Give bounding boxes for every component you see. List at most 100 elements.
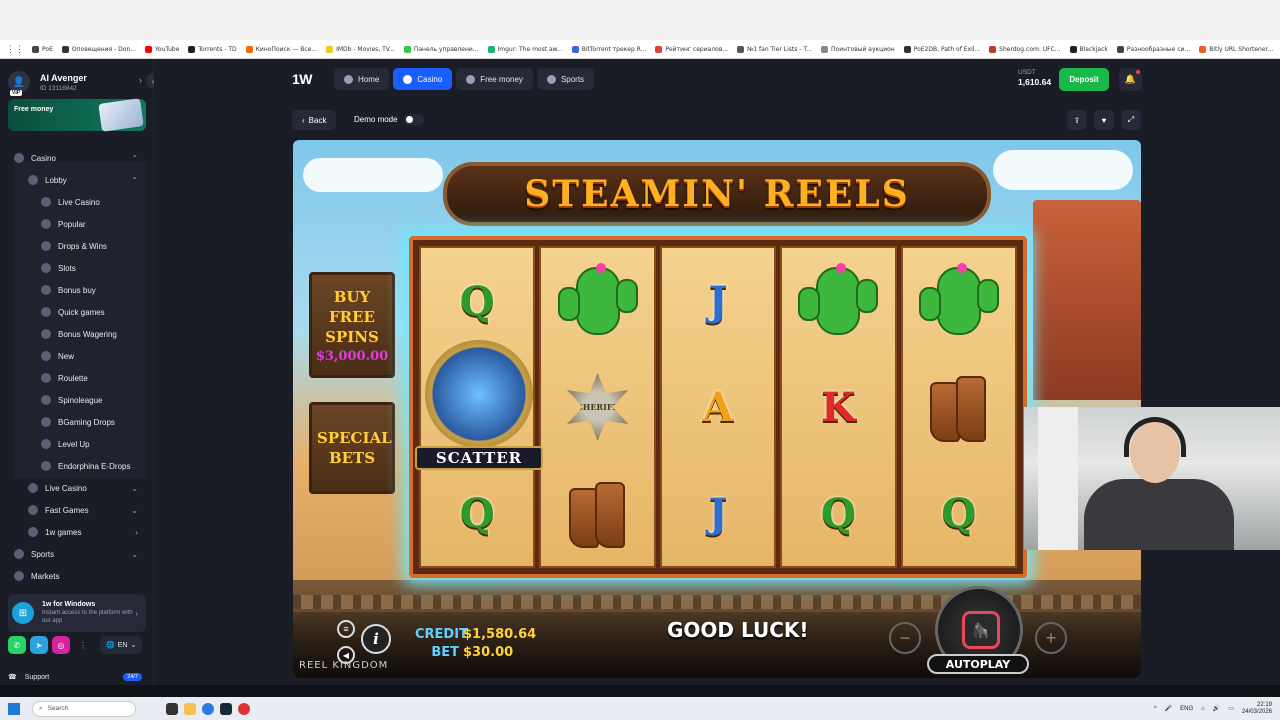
file-explorer-icon[interactable]: [184, 702, 196, 715]
bookmark-item[interactable]: Поинтовый аукцион: [821, 45, 895, 53]
boots-shape: [563, 478, 633, 548]
bookmark-item[interactable]: №1 fan Tier Lists - T...: [737, 45, 812, 53]
task-view-icon[interactable]: [166, 702, 178, 715]
slot-game[interactable]: STEAMIN' REELS BUY FREE SPINS $3,000.00 …: [293, 140, 1141, 678]
instagram-icon[interactable]: ◎: [52, 636, 70, 654]
share-icon[interactable]: ⇪: [1067, 110, 1087, 130]
plus-bet-icon[interactable]: +: [1035, 622, 1067, 654]
bell-icon: 🔔: [1124, 74, 1137, 84]
bookmark-item[interactable]: Imgur: The most aw...: [487, 45, 563, 53]
language-selector[interactable]: 🌐 EN ⌄: [100, 636, 143, 654]
autoplay-button[interactable]: AUTOPLAY: [927, 654, 1029, 674]
clock[interactable]: 22:19 24/03/2026: [1242, 702, 1272, 716]
free-money-banner[interactable]: Free money: [8, 98, 146, 132]
bookmark-item[interactable]: Рейтинг сериалов...: [655, 45, 728, 53]
windows-start-icon[interactable]: [8, 702, 20, 715]
sidebar-item-drops-wins[interactable]: Drops & Wins: [8, 235, 146, 257]
sports-icon: [546, 74, 556, 84]
boot-right: [594, 482, 625, 548]
flower-icon: [956, 263, 967, 273]
tab-home[interactable]: Home: [334, 68, 390, 90]
sidebar-item-markets[interactable]: Markets: [8, 565, 146, 587]
profile-card[interactable]: 👤 VIP AI Avenger ID 13116842 ›: [8, 67, 148, 97]
special-bets-button[interactable]: SPECIAL BETS: [309, 402, 395, 494]
bookmark-item[interactable]: Панель управлени...: [403, 45, 479, 53]
heart-icon[interactable]: ♥: [1094, 110, 1114, 130]
sidebar-item-bgaming-drops[interactable]: BGaming Drops: [8, 411, 146, 433]
steam-icon[interactable]: [220, 702, 232, 715]
tab-casino[interactable]: Casino: [393, 68, 453, 90]
bookmark-item[interactable]: PoE: [32, 45, 53, 53]
notifications-button[interactable]: 🔔: [1119, 68, 1142, 91]
bookmark-item[interactable]: Torrents - TD: [188, 45, 237, 53]
bookmark-item[interactable]: PoE2DB, Path of Exil...: [903, 45, 980, 53]
bookmark-item[interactable]: Оповещения - Don...: [61, 45, 136, 53]
sidebar-item-lobby[interactable]: Lobby ⌃: [8, 169, 146, 191]
bookmark-item[interactable]: Разнообразные си...: [1116, 45, 1190, 53]
support-link[interactable]: ☎ Support 24/7: [8, 669, 146, 685]
battery-icon[interactable]: ▭: [1228, 705, 1234, 712]
tab-sports[interactable]: Sports: [536, 68, 595, 90]
bookmark-item[interactable]: КиноПоиск — Все...: [245, 45, 317, 53]
bookmark-item[interactable]: YouTube: [145, 45, 179, 53]
fullscreen-icon[interactable]: ⤢: [1121, 110, 1141, 130]
site-logo[interactable]: 1W: [292, 71, 313, 87]
back-button[interactable]: ‹ Back: [292, 110, 337, 130]
sidebar-item-slots[interactable]: Slots: [8, 257, 146, 279]
apps-grid-icon[interactable]: ⋮⋮: [6, 44, 24, 55]
reel-column: J A J: [659, 246, 777, 568]
sidebar-item-roulette[interactable]: Roulette: [8, 367, 146, 389]
wallet-balance[interactable]: USDT 1,610.64: [1018, 69, 1051, 87]
sidebar-item-sports[interactable]: Sports ⌄: [8, 543, 146, 565]
windows-app-promo[interactable]: ⊞ 1w for Windows Instant access to the p…: [8, 594, 146, 632]
tray-language[interactable]: ENG: [1180, 706, 1193, 712]
network-icon[interactable]: ⌂: [1201, 706, 1205, 712]
bookmark-item[interactable]: BitTorrent трекер R...: [571, 45, 646, 53]
sidebar-item-quick-games[interactable]: Quick games: [8, 301, 146, 323]
bookmark-item[interactable]: Blackjack: [1069, 45, 1108, 53]
bookmark-item[interactable]: Bitly URL Shortener...: [1199, 45, 1273, 53]
windows-promo-title: 1w for Windows: [42, 601, 96, 608]
bookmark-item[interactable]: IMDb - Movies, TV...: [326, 45, 395, 53]
sidebar-item-1w-games[interactable]: 1w games ›: [8, 521, 146, 543]
minus-bet-icon[interactable]: −: [889, 622, 921, 654]
tab-free-money[interactable]: Free money: [456, 68, 533, 90]
sidebar-item-live-casino[interactable]: Live Casino ⌄: [8, 477, 146, 499]
taskbar-search[interactable]: ⌕ Search: [32, 700, 136, 717]
info-icon[interactable]: i: [361, 624, 391, 654]
chrome-icon[interactable]: [202, 702, 214, 715]
chevron-up-icon[interactable]: ^: [1154, 706, 1157, 712]
favicon-icon: [821, 45, 829, 53]
buy-free-spins-button[interactable]: BUY FREE SPINS $3,000.00: [309, 272, 395, 378]
deposit-button[interactable]: Deposit: [1059, 68, 1109, 91]
sidebar-item-live-casino[interactable]: Live Casino: [8, 191, 146, 213]
game-title-board: STEAMIN' REELS: [443, 162, 991, 226]
sidebar-item-level-up[interactable]: Level Up: [8, 433, 146, 455]
cactus-shape: [798, 263, 879, 335]
more-icon[interactable]: ⋮: [74, 636, 92, 654]
sidebar-item-new[interactable]: New: [8, 345, 146, 367]
sidebar-item-bonus-buy[interactable]: Bonus buy: [8, 279, 146, 301]
cactus-shape: [557, 263, 638, 335]
sidebar-item-popular[interactable]: Popular: [8, 213, 146, 235]
bookmark-label: Torrents - TD: [198, 45, 237, 53]
app-icon[interactable]: [238, 702, 250, 715]
whatsapp-icon[interactable]: ✆: [8, 636, 26, 654]
sidebar-item-casino[interactable]: Casino ⌃: [8, 147, 146, 169]
menu-icon[interactable]: ≡: [337, 620, 355, 638]
sheriff-label: SHERIFF: [577, 402, 619, 412]
telegram-icon[interactable]: ➤: [30, 636, 48, 654]
sidebar-item-endorphina-e-drops[interactable]: Endorphina E-Drops: [8, 455, 146, 477]
symbol-k-label: K: [821, 383, 856, 431]
sidebar-item-fast-games[interactable]: Fast Games ⌄: [8, 499, 146, 521]
symbol-letter: Q: [421, 460, 533, 566]
demo-mode-toggle[interactable]: [403, 114, 424, 125]
live-casino-icon: [41, 197, 51, 207]
volume-icon[interactable]: 🔊: [1213, 705, 1220, 712]
sidebar-item-bonus-wagering[interactable]: Bonus Wagering: [8, 323, 146, 345]
bookmark-item[interactable]: Sherdog.com: UFC...: [989, 45, 1061, 53]
mic-icon[interactable]: 🎤: [1165, 705, 1172, 712]
favicon-icon: [61, 45, 69, 53]
sidebar-item-spinoleague[interactable]: Spinoleague: [8, 389, 146, 411]
taskbar-apps: [166, 702, 250, 715]
